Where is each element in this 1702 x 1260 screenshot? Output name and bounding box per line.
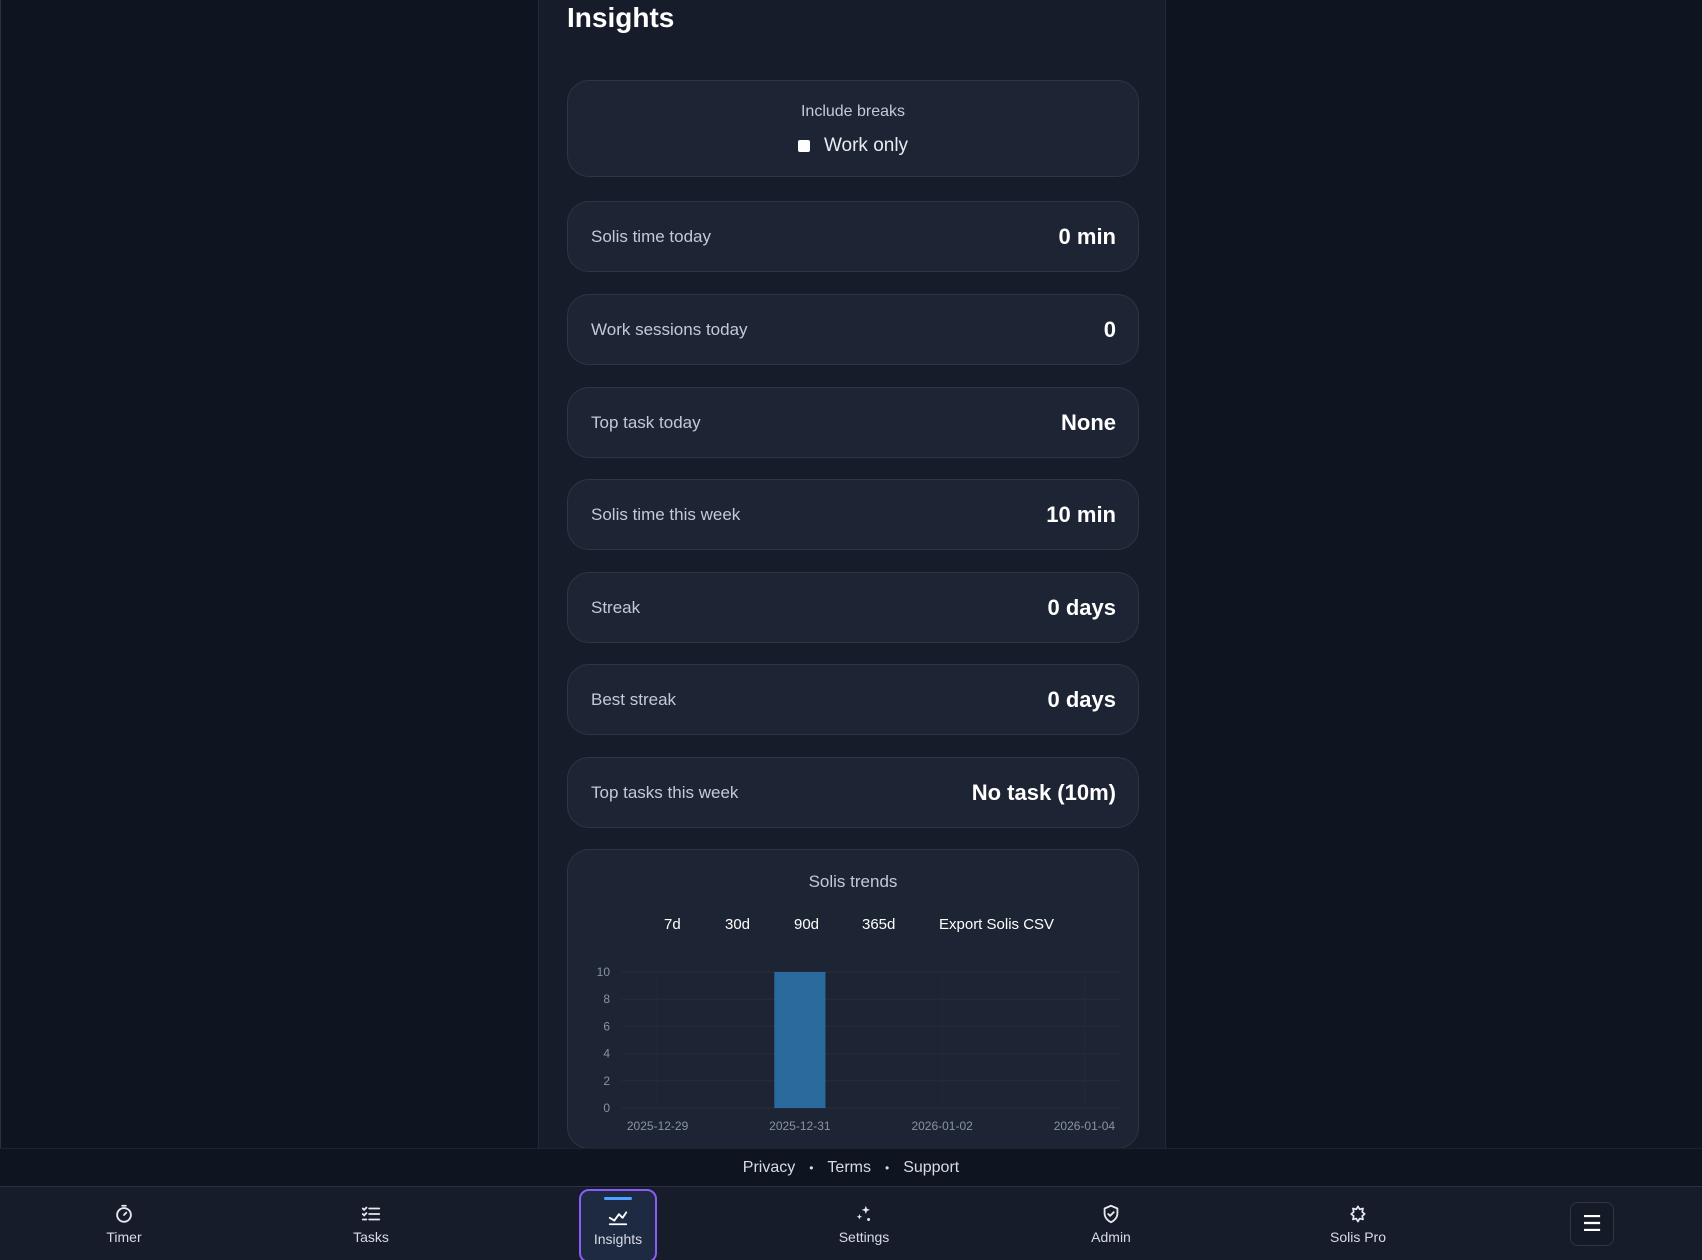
stat-label: Best streak — [591, 690, 677, 709]
menu-icon: ☰ — [1582, 1211, 1602, 1236]
work-only-toggle[interactable]: Work only — [568, 135, 1138, 157]
range-30d-button[interactable]: 30d — [725, 916, 750, 933]
range-7d-button[interactable]: 7d — [664, 916, 681, 933]
tasks-icon — [361, 1206, 381, 1221]
trend-bar-chart: 0 2 4 6 8 10 2025-12-29 2025-12-31 2026-01-02 202… — [597, 965, 1120, 1133]
bottom-nav: Timer Tasks Insights Settings Admin Soli… — [0, 1186, 1702, 1260]
privacy-link[interactable]: Privacy — [743, 1159, 795, 1177]
nav-item-insights[interactable]: Insights — [579, 1189, 657, 1260]
stat-label: Streak — [591, 598, 641, 617]
x-tick-label: 2025-12-29 — [627, 1119, 689, 1133]
nav-item-settings[interactable]: Settings — [825, 1187, 903, 1260]
trends-title: Solis trends — [808, 872, 898, 891]
footer-separator: • — [884, 1160, 890, 1175]
stat-top-tasks-this-week: Top tasks this week No task (10m) — [567, 757, 1139, 828]
stat-best-streak: Best streak 0 days — [567, 664, 1139, 735]
menu-button[interactable]: ☰ — [1570, 1202, 1614, 1246]
x-tick-label: 2026-01-04 — [1054, 1119, 1116, 1133]
insights-icon — [608, 1211, 628, 1226]
active-indicator — [604, 1197, 632, 1200]
stat-streak: Streak 0 days — [567, 572, 1139, 643]
terms-link[interactable]: Terms — [827, 1159, 871, 1177]
range-365d-button[interactable]: 365d — [862, 916, 895, 933]
footer-links: Privacy • Terms • Support — [0, 1148, 1702, 1186]
nav-label: Timer — [106, 1229, 142, 1245]
stat-value: None — [1061, 410, 1116, 435]
x-tick-label: 2026-01-02 — [911, 1119, 973, 1133]
y-tick-label: 0 — [603, 1101, 610, 1115]
timer-icon — [116, 1204, 132, 1223]
stat-label: Top tasks this week — [591, 783, 739, 802]
stat-label: Solis time this week — [591, 505, 741, 524]
stat-work-sessions-today: Work sessions today 0 — [567, 294, 1139, 365]
nav-label: Admin — [1091, 1229, 1131, 1245]
solis-pro-icon — [1350, 1205, 1366, 1223]
stat-value: 0 days — [1047, 595, 1117, 620]
nav-label: Insights — [593, 1231, 643, 1247]
nav-item-tasks[interactable]: Tasks — [332, 1187, 410, 1260]
trend-bar — [774, 972, 826, 1108]
y-tick-label: 2 — [603, 1074, 610, 1088]
admin-icon — [1103, 1204, 1119, 1224]
y-tick-label: 4 — [603, 1047, 610, 1061]
stat-solis-time-this-week: Solis time this week 10 min — [567, 479, 1139, 550]
x-tick-label: 2025-12-31 — [769, 1119, 831, 1133]
work-only-label: Work only — [823, 135, 909, 156]
stat-value: 0 days — [1047, 687, 1117, 712]
stat-value: 0 — [1103, 317, 1116, 342]
include-breaks-caption: Include breaks — [800, 103, 906, 120]
support-link[interactable]: Support — [903, 1159, 959, 1177]
y-tick-label: 8 — [603, 992, 610, 1006]
y-tick-label: 10 — [597, 965, 611, 979]
page-title: Insights — [567, 2, 675, 33]
nav-item-timer[interactable]: Timer — [85, 1187, 163, 1260]
nav-item-solis-pro[interactable]: Solis Pro — [1319, 1187, 1397, 1260]
breaks-toggle-card: Include breaks Work only — [567, 80, 1139, 177]
insights-panel: Insights Include breaks Work only Solis … — [538, 0, 1166, 1149]
nav-label: Settings — [838, 1229, 890, 1245]
stat-value: 0 min — [1058, 224, 1116, 249]
work-only-checkbox[interactable] — [797, 140, 810, 152]
stat-label: Top task today — [591, 413, 701, 432]
nav-item-admin[interactable]: Admin — [1072, 1187, 1150, 1260]
window-edge — [0, 0, 1, 1260]
stat-top-task-today: Top task today None — [567, 387, 1139, 458]
settings-icon — [856, 1205, 871, 1221]
nav-label: Solis Pro — [1329, 1229, 1387, 1245]
stat-label: Work sessions today — [591, 320, 748, 339]
solis-trends-card: Solis trends 7d 30d 90d 365d Export Soli… — [567, 849, 1139, 1149]
export-csv-button[interactable]: Export Solis CSV — [939, 916, 1054, 933]
stat-value: No task (10m) — [971, 780, 1116, 805]
stat-label: Solis time today — [591, 227, 711, 246]
stat-solis-time-today: Solis time today 0 min — [567, 201, 1139, 272]
stat-value: 10 min — [1046, 502, 1116, 527]
footer-separator: • — [809, 1160, 814, 1175]
y-tick-label: 6 — [603, 1019, 610, 1033]
nav-label: Tasks — [353, 1229, 389, 1245]
range-90d-button[interactable]: 90d — [794, 916, 819, 933]
